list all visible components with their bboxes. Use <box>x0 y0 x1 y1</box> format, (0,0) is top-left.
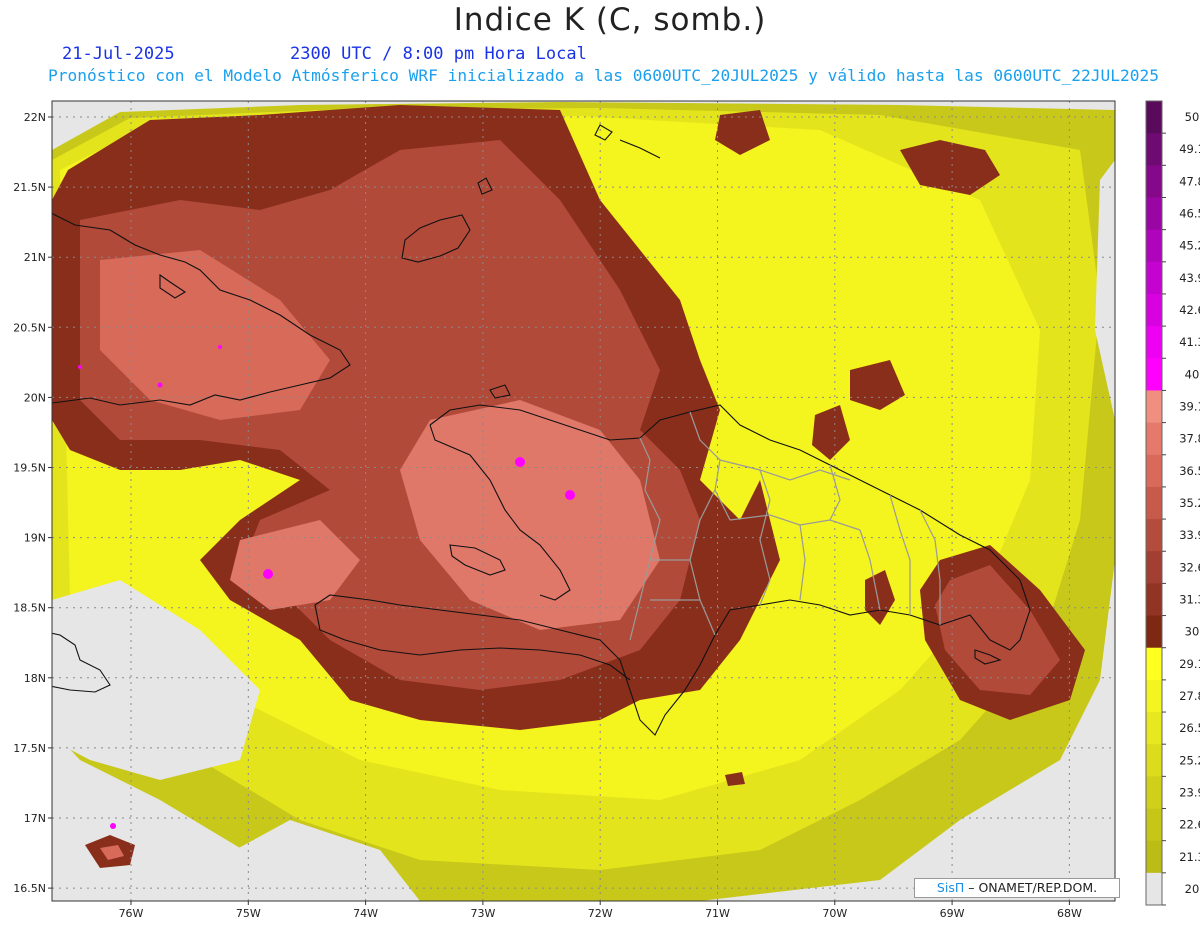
colorbar-label: 42.6 <box>1179 303 1200 317</box>
colorbar-label: 20 <box>1185 882 1200 896</box>
colorbar-label: 26.5 <box>1179 721 1200 735</box>
colorbar-swatch <box>1146 583 1162 617</box>
colorbar-label: 31.3 <box>1179 592 1200 606</box>
colorbar-swatch <box>1146 101 1162 134</box>
colorbar-label: 36.5 <box>1179 464 1200 478</box>
lat-tick-label: 20N <box>24 391 46 404</box>
colorbar-swatch <box>1146 808 1162 842</box>
lon-tick-label: 73W <box>470 907 495 920</box>
lat-tick-label: 19.5N <box>13 462 46 475</box>
colorbar-swatch <box>1146 293 1162 327</box>
colorbar-swatch <box>1146 133 1162 166</box>
lat-tick-label: 18.5N <box>13 602 46 615</box>
lat-tick-label: 21N <box>24 251 46 264</box>
colorbar-swatch <box>1146 840 1162 874</box>
colorbar-label: 43.9 <box>1179 271 1200 285</box>
colorbar-swatch <box>1146 422 1162 456</box>
colorbar-label: 35.2 <box>1179 496 1200 510</box>
colorbar-swatch <box>1146 486 1162 520</box>
map-title: Indice K (C, somb.) <box>453 2 767 38</box>
colorbar-label: 50 <box>1185 110 1200 124</box>
colorbar-label: 25.2 <box>1179 753 1200 767</box>
lon-tick-label: 72W <box>588 907 613 920</box>
colorbar-label: 45.2 <box>1179 239 1200 253</box>
lon-tick-label: 75W <box>236 907 261 920</box>
colorbar-label: 30 <box>1185 625 1200 639</box>
colorbar-swatch <box>1146 712 1162 745</box>
colorbar-swatch <box>1146 165 1162 198</box>
colorbar-swatch <box>1146 551 1162 584</box>
lat-tick-label: 20.5N <box>13 321 46 334</box>
k-index-field <box>52 101 1115 901</box>
colorbar-label: 41.3 <box>1179 335 1200 349</box>
colorbar-label: 27.8 <box>1179 689 1200 703</box>
lon-tick-label: 70W <box>822 907 847 920</box>
forecast-info: Pronóstico con el Modelo Atmósferico WRF… <box>48 66 1160 85</box>
colorbar-label: 40 <box>1185 367 1200 381</box>
credit-text: – ONAMET/REP.DOM. <box>968 880 1098 895</box>
longitude-axis: 76W 75W 74W 73W 72W 71W 70W 69W 68W <box>119 901 1082 920</box>
forecast-date: 21-Jul-2025 <box>62 44 175 64</box>
credit-box: SisΠ – ONAMET/REP.DOM. <box>914 878 1120 898</box>
valid-time: 2300 UTC / 8:00 pm Hora Local <box>290 44 587 64</box>
lat-tick-label: 22N <box>24 111 46 124</box>
lat-tick-label: 21.5N <box>13 181 46 194</box>
colorbar-label: 39.1 <box>1179 400 1200 414</box>
weather-map: 22N 21.5N 21N 20.5N 20N 19.5N 19N 18.5N 18N 17.5N… <box>13 100 1200 920</box>
colorbar-label: 23.9 <box>1179 785 1200 799</box>
colorbar-swatch <box>1146 519 1162 552</box>
colorbar-swatch <box>1146 679 1162 713</box>
colorbar-label: 37.8 <box>1179 432 1200 446</box>
colorbar-swatch <box>1146 197 1162 231</box>
colorbar-swatch <box>1146 261 1162 295</box>
lat-tick-label: 17.5N <box>13 742 46 755</box>
lat-tick-label: 17N <box>24 812 46 825</box>
lat-tick-label: 19N <box>24 532 46 545</box>
latitude-axis: 22N 21.5N 21N 20.5N 20N 19.5N 19N 18.5N 18N 17.5N… <box>13 111 52 895</box>
credit-brand: SisΠ <box>936 880 965 895</box>
colorbar-label: 29.1 <box>1179 657 1200 671</box>
colorbar: 50 49.1 47.8 46.5 45.2 43.9 42.6 41.3 40 39.1 37.8… <box>1145 100 1200 906</box>
lon-tick-label: 76W <box>119 907 144 920</box>
colorbar-swatch <box>1146 390 1162 424</box>
colorbar-label: 46.5 <box>1179 207 1200 221</box>
colorbar-label: 49.1 <box>1179 142 1200 156</box>
colorbar-swatch <box>1146 358 1162 391</box>
colorbar-swatch <box>1146 776 1162 810</box>
colorbar-label: 21.3 <box>1179 850 1200 864</box>
colorbar-label: 32.6 <box>1179 560 1200 574</box>
lon-tick-label: 68W <box>1057 907 1082 920</box>
colorbar-swatch <box>1146 326 1162 359</box>
colorbar-swatch <box>1146 872 1162 906</box>
lon-tick-label: 71W <box>705 907 730 920</box>
lat-tick-label: 16.5N <box>13 882 46 895</box>
colorbar-swatch <box>1146 229 1162 263</box>
lon-tick-label: 69W <box>940 907 965 920</box>
colorbar-swatch <box>1146 744 1162 777</box>
colorbar-swatch <box>1146 615 1162 649</box>
lon-tick-label: 74W <box>353 907 378 920</box>
colorbar-label: 33.9 <box>1179 528 1200 542</box>
colorbar-swatch <box>1146 454 1162 488</box>
colorbar-swatch <box>1146 647 1162 681</box>
lat-tick-label: 18N <box>24 672 46 685</box>
colorbar-label: 47.8 <box>1179 174 1200 188</box>
colorbar-label: 22.6 <box>1179 818 1200 832</box>
